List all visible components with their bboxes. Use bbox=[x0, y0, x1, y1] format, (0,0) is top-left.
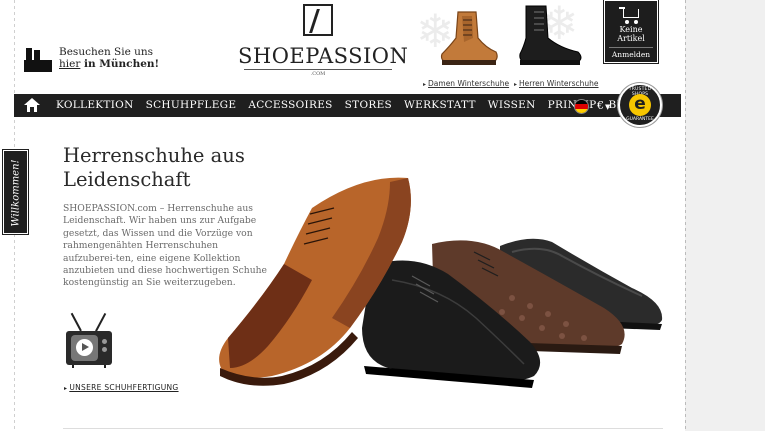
trusted-shops-e-icon: e bbox=[629, 94, 651, 116]
women-winter-shoes-link[interactable]: ▸ Damen Winterschuhe bbox=[423, 79, 509, 88]
store-icon bbox=[24, 46, 52, 72]
welcome-side-tab[interactable]: Willkommen! bbox=[3, 150, 28, 234]
nav-item-stores[interactable]: STORES bbox=[339, 94, 398, 117]
logo-mark-icon bbox=[303, 4, 333, 36]
site-logo[interactable]: SHOEPASSION .COM bbox=[238, 4, 409, 77]
munich-link[interactable]: hier bbox=[59, 58, 80, 70]
currency-symbol: € bbox=[597, 99, 604, 112]
page-right-gutter bbox=[685, 0, 765, 431]
trusted-shops-badge[interactable]: TRUSTED SHOPS e GUARANTEE bbox=[618, 83, 662, 127]
logo-name: SHOEPASSION bbox=[238, 44, 409, 68]
login-link[interactable]: Anmelden bbox=[609, 47, 653, 59]
women-boot-image[interactable] bbox=[436, 8, 500, 68]
germany-flag-icon[interactable] bbox=[574, 99, 589, 114]
cart-icon bbox=[619, 5, 643, 25]
shoe-production-link[interactable]: ▸ UNSERE SCHUHFERTIGUNG bbox=[64, 383, 179, 392]
welcome-label: Willkommen! bbox=[10, 159, 22, 227]
munich-store-teaser[interactable]: Besuchen Sie uns hier in München! bbox=[24, 46, 159, 72]
home-icon[interactable] bbox=[24, 98, 40, 112]
tv-play-icon[interactable] bbox=[66, 309, 112, 369]
nav-item-accessoires[interactable]: ACCESSOIRES bbox=[242, 94, 338, 117]
men-winter-shoes-link[interactable]: ▸ Herren Winterschuhe bbox=[514, 79, 599, 88]
logo-domain: .COM bbox=[310, 71, 326, 77]
munich-line2: in München! bbox=[80, 58, 160, 70]
chevron-down-icon: ▼ bbox=[605, 103, 611, 111]
munich-line1: Besuchen Sie uns bbox=[59, 46, 154, 58]
trusted-shops-guarantee: GUARANTEE bbox=[626, 117, 654, 122]
content-divider bbox=[63, 428, 663, 429]
nav-item-wissen[interactable]: WISSEN bbox=[482, 94, 542, 117]
hero-shoes-image bbox=[212, 168, 680, 398]
nav-item-kollektion[interactable]: KOLLEKTION bbox=[50, 94, 140, 117]
cart-status-line1: Keine bbox=[619, 25, 643, 34]
men-boot-image[interactable] bbox=[516, 4, 586, 68]
nav-item-schuhpflege[interactable]: SCHUHPFLEGE bbox=[140, 94, 243, 117]
cart-status-line2: Artikel bbox=[617, 34, 645, 43]
nav-item-werkstatt[interactable]: WERKSTATT bbox=[398, 94, 482, 117]
nav-item-prinzip[interactable]: PRINZIP bbox=[542, 94, 603, 117]
currency-selector[interactable]: €▼ bbox=[597, 94, 610, 119]
play-icon[interactable] bbox=[76, 339, 93, 356]
cart-button[interactable]: Keine Artikel Anmelden bbox=[604, 0, 658, 63]
main-nav: KOLLEKTION SCHUHPFLEGE ACCESSOIRES STORE… bbox=[14, 94, 681, 117]
